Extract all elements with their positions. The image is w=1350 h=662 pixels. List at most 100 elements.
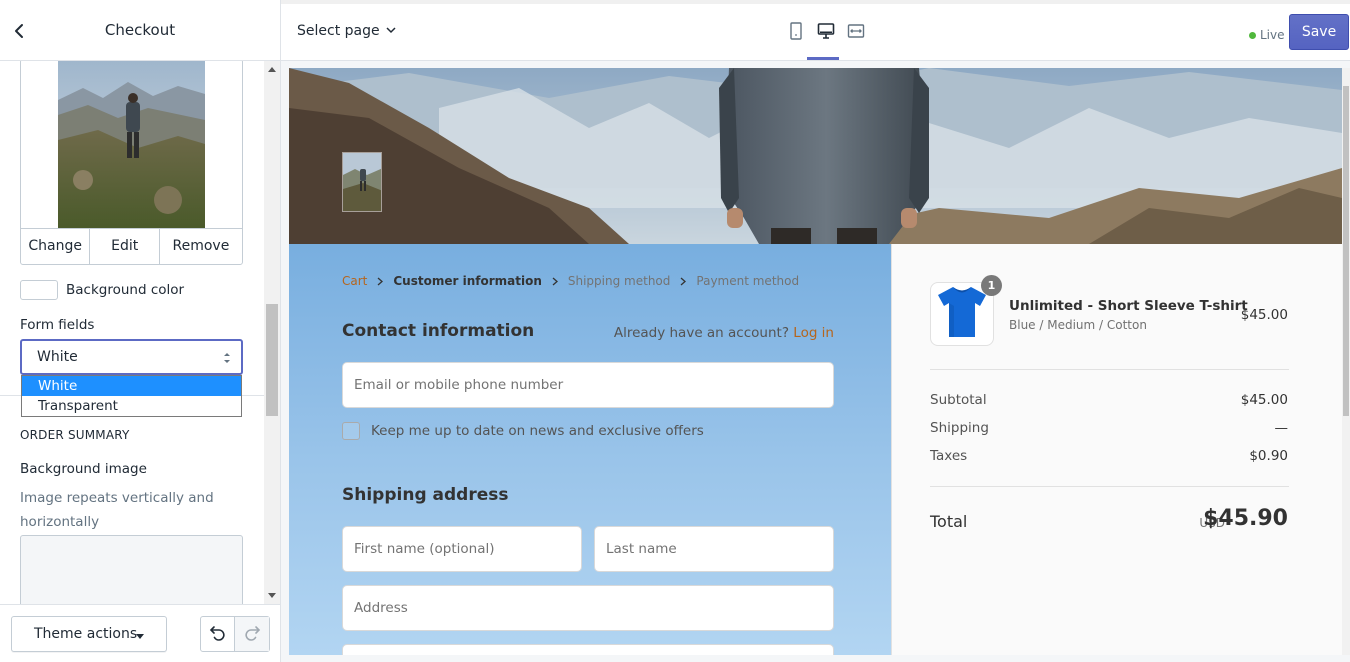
product-name: Unlimited - Short Sleeve T-shirt [1009,298,1248,314]
theme-editor: Checkout Change Edit Remove Background c… [0,0,1350,662]
sidebar-scroll-area: Change Edit Remove Background color Form… [0,61,264,604]
form-fields-select[interactable]: White [20,339,243,375]
login-link[interactable]: Log in [793,325,834,341]
have-account-prompt: Already have an account? Log in [614,325,834,341]
last-name-input[interactable] [595,527,833,571]
editor-topbar: Select page Live Save [281,0,1350,61]
form-fields-dropdown: White Transparent [21,375,242,417]
scroll-up-arrow-icon[interactable] [268,67,276,72]
undo-icon [209,623,227,645]
first-name-input[interactable] [343,527,581,571]
store-logo-image [342,152,382,212]
save-button[interactable]: Save [1289,14,1349,50]
fullscreen-icon [847,22,865,44]
select-page-label: Select page [297,23,380,39]
checkout-banner-image [289,68,1342,244]
select-caret-icon [223,350,231,364]
taxes-value: $0.90 [1249,448,1288,464]
editor-sidebar: Checkout Change Edit Remove Background c… [0,0,281,662]
background-image-placeholder[interactable] [20,535,243,604]
desktop-view-button[interactable] [811,20,841,46]
sidebar-footer: Theme actions [0,604,280,662]
address-field[interactable] [342,585,834,631]
contact-information-heading: Contact information [342,321,535,341]
subtotal-label: Subtotal [930,392,987,408]
theme-actions-label: Theme actions [34,626,138,642]
total-label: Total [930,512,968,531]
product-price: $45.00 [1240,307,1288,323]
live-status: Live [1249,28,1285,42]
email-input[interactable] [343,363,833,407]
device-switcher [781,20,871,46]
preview-frame: Cart Customer information Shipping metho… [289,68,1342,655]
newsletter-checkbox[interactable] [342,422,360,440]
shipping-label: Shipping [930,420,989,436]
remove-image-button[interactable]: Remove [160,229,242,264]
email-field[interactable] [342,362,834,408]
redo-icon [243,623,261,645]
breadcrumb-chevron-icon [680,277,687,285]
select-page-dropdown[interactable]: Select page [297,23,396,39]
redo-button[interactable] [235,617,269,651]
subtotal-value: $45.00 [1240,392,1288,408]
preview-scrollbar[interactable] [1342,68,1350,655]
product-quantity-badge: 1 [981,275,1002,296]
chevron-down-icon [386,23,396,39]
fullscreen-view-button[interactable] [841,20,871,46]
undo-redo-group [200,616,270,652]
tshirt-icon [936,284,988,344]
summary-divider [930,369,1289,370]
undo-button[interactable] [201,617,236,651]
theme-actions-button[interactable]: Theme actions [11,616,167,652]
address-input[interactable] [343,586,833,630]
product-variant: Blue / Medium / Cotton [1009,318,1147,332]
mobile-icon [789,22,803,44]
breadcrumb-chevron-icon [552,277,558,285]
breadcrumb-chevron-icon [377,277,384,285]
breadcrumb-customer-information: Customer information [393,274,542,288]
shipping-address-heading: Shipping address [342,485,509,505]
sidebar-header: Checkout [0,0,280,61]
background-color-label: Background color [66,282,185,298]
logo-image-card: Change Edit Remove [20,61,243,265]
logo-image-preview [58,61,205,228]
total-divider [930,486,1289,487]
form-fields-select-value: White [37,349,78,365]
caret-down-icon [136,634,144,639]
dropdown-option-white[interactable]: White [22,376,241,396]
breadcrumb-shipping-method: Shipping method [567,274,671,288]
order-summary-panel: 1 Unlimited - Short Sleeve T-shirt Blue … [891,244,1342,655]
breadcrumb-payment-method: Payment method [696,274,800,288]
scroll-down-arrow-icon[interactable] [268,593,276,598]
back-chevron-icon[interactable] [8,20,30,42]
edit-image-button[interactable]: Edit [90,229,160,264]
change-image-button[interactable]: Change [21,229,91,264]
form-fields-label: Form fields [20,317,95,333]
customer-information-panel: Cart Customer information Shipping metho… [289,244,891,655]
order-summary-heading: ORDER SUMMARY [20,428,130,442]
image-actions: Change Edit Remove [21,228,242,264]
live-dot-icon [1249,31,1256,39]
shipping-value: — [1274,420,1289,436]
last-name-field[interactable] [594,526,834,572]
newsletter-label: Keep me up to date on news and exclusive… [371,423,704,439]
background-color-swatch[interactable] [20,280,58,300]
apartment-field[interactable] [342,644,834,655]
preview-scrollbar-thumb[interactable] [1343,86,1349,416]
sidebar-title: Checkout [104,21,176,39]
checkout-preview: Cart Customer information Shipping metho… [281,61,1350,662]
sidebar-scrollbar[interactable] [264,61,280,604]
background-image-label: Background image [20,461,147,477]
dropdown-option-transparent[interactable]: Transparent [22,396,241,416]
first-name-field[interactable] [342,526,582,572]
total-value: $45.90 [1203,506,1288,531]
active-device-indicator [807,57,839,60]
taxes-label: Taxes [930,448,968,464]
breadcrumb-cart[interactable]: Cart [342,274,367,288]
scrollbar-thumb[interactable] [266,304,278,416]
live-label: Live [1260,28,1285,42]
background-image-help: Image repeats vertically and horizontall… [20,490,214,530]
mobile-view-button[interactable] [781,20,811,46]
have-account-text: Already have an account? [613,325,789,341]
checkout-breadcrumb: Cart Customer information Shipping metho… [342,274,799,288]
